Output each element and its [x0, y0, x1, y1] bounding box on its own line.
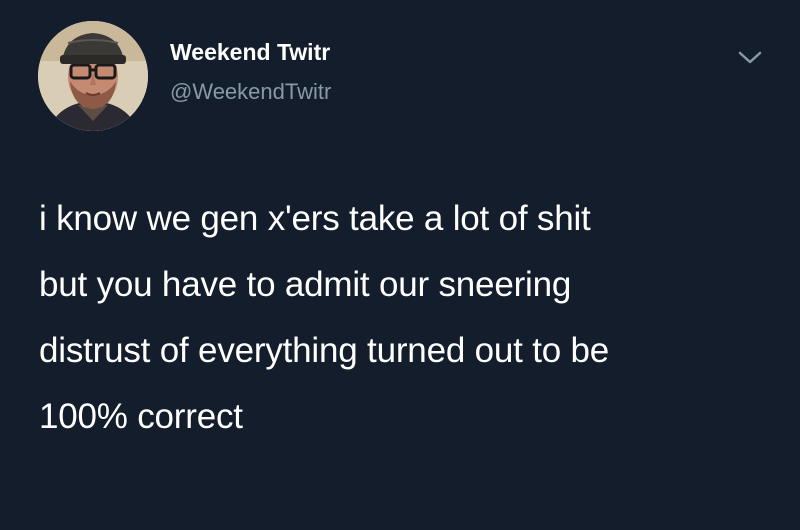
tweet-text-line: 100% correct: [39, 397, 243, 436]
chevron-down-icon[interactable]: [735, 48, 765, 68]
author-handle[interactable]: @WeekendTwitr: [170, 79, 331, 105]
avatar-image: [38, 21, 148, 131]
tweet-text: i know we gen x'ers take a lot of shit b…: [39, 186, 779, 450]
author-display-name[interactable]: Weekend Twitr: [170, 39, 330, 66]
tweet-text-line: i know we gen x'ers take a lot of shit: [39, 199, 591, 238]
tweet-text-line: but you have to admit our sneering: [39, 265, 572, 304]
tweet-text-line: distrust of everything turned out to be: [39, 331, 610, 370]
avatar[interactable]: [38, 21, 148, 131]
tweet-card: Weekend Twitr @WeekendTwitr i know we ge…: [0, 0, 800, 530]
